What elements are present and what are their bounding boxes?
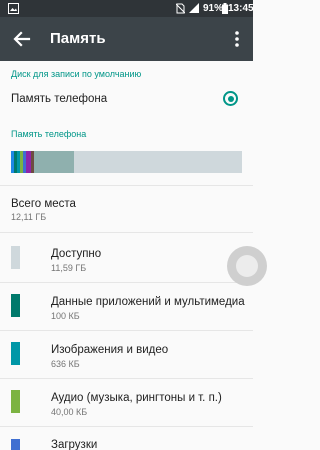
category-label: Изображения и видео — [51, 344, 169, 356]
total-space-value: 12,11 ГБ — [11, 212, 47, 222]
battery-percent: 91% — [203, 3, 224, 14]
category-swatch — [11, 342, 20, 365]
category-value: 100 КБ — [51, 311, 80, 321]
default-disk-radio[interactable] — [223, 91, 238, 106]
category-label: Доступно — [51, 248, 102, 260]
category-swatch — [11, 246, 20, 269]
clock: 13:45 — [228, 3, 254, 14]
category-row-apps[interactable]: Данные приложений и мультимедиа 100 КБ — [0, 284, 253, 328]
total-space-label: Всего места — [11, 198, 76, 210]
category-value: 11,59 ГБ — [51, 263, 87, 273]
default-disk-option[interactable]: Память телефона — [0, 84, 253, 114]
category-row-images[interactable]: Изображения и видео 636 КБ — [0, 332, 253, 376]
image-notification-icon — [8, 3, 19, 14]
default-disk-header: Диск для записи по умолчанию — [11, 69, 142, 79]
category-label: Данные приложений и мультимедиа — [51, 296, 245, 308]
phone-storage-header: Память телефона — [11, 129, 87, 139]
divider — [0, 232, 253, 233]
category-swatch — [11, 390, 20, 413]
divider — [0, 378, 253, 379]
category-label: Загрузки — [51, 439, 98, 450]
storage-bar-misc-segment — [34, 151, 74, 173]
divider — [0, 330, 253, 331]
app-bar: Память — [0, 17, 253, 61]
category-row-available[interactable]: Доступно 11,59 ГБ — [0, 236, 253, 280]
more-options-icon[interactable] — [229, 29, 245, 49]
default-disk-option-label: Память телефона — [11, 93, 108, 105]
category-swatch — [11, 294, 20, 317]
status-bar: 91% 13:45 — [0, 0, 254, 17]
category-label: Аудио (музыка, рингтоны и т. п.) — [51, 392, 222, 404]
storage-usage-bar — [11, 151, 242, 173]
divider — [0, 282, 253, 283]
divider — [0, 185, 253, 186]
category-value: 40,00 КБ — [51, 407, 88, 417]
divider — [0, 426, 253, 427]
total-space-row: Всего места 12,11 ГБ — [0, 192, 253, 228]
sim-off-icon — [176, 3, 185, 14]
category-row-audio[interactable]: Аудио (музыка, рингтоны и т. п.) 40,00 К… — [0, 380, 253, 424]
signal-icon — [189, 3, 199, 13]
page-title: Память — [50, 30, 106, 47]
back-arrow-icon[interactable] — [12, 29, 32, 49]
category-value: 636 КБ — [51, 359, 80, 369]
category-swatch — [11, 439, 20, 450]
floating-scroll-knob[interactable] — [227, 246, 267, 286]
category-row-downloads[interactable]: Загрузки — [0, 428, 253, 450]
